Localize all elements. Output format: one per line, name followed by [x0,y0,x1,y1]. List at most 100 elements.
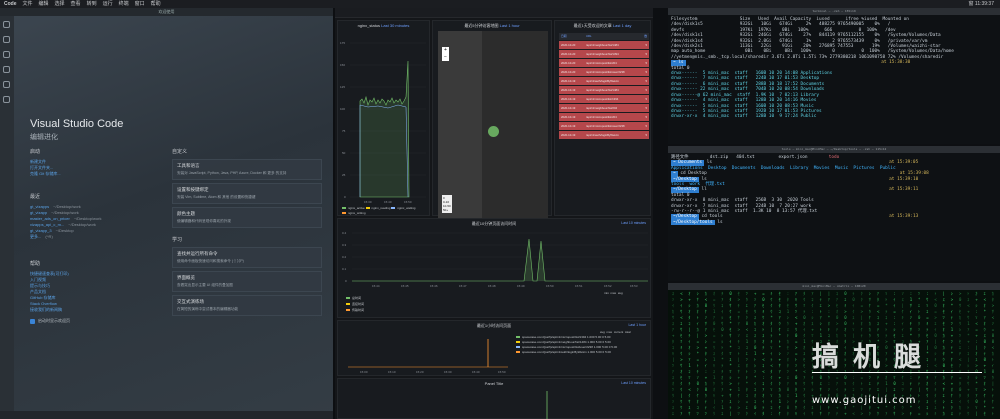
matrix-column: 0 ﾀ ｻ ｹ ｾ * ｾ ｻ ｲ * ﾂ ｽ * ﾂ ｼ > + ｻ ｽ ﾃ … [729,291,732,416]
df-row: /dev/disk1s5 932Gi 10Gi 674Gi 2% 488275 … [671,22,891,28]
terminal-titlebar: terminal — -zsh — 155×19 [668,8,1000,15]
tools-languages-card[interactable]: 工具和语言 安装对 JavaScript, Python, Java, PHP,… [172,159,322,180]
legend-item[interactable]: nginx_active nginx_reading nginx_waiting [342,206,415,210]
card-title: 界面概览 [177,275,195,280]
matrix-column: + ｿ ｱ ｳ ｽ ｶ ｺ ｽ ｸ 0 1 ﾄ ｼ ｿ * ｲ ｺ ｵ ｺ 0 … [754,291,757,416]
visitor-map-panel[interactable]: 最近5分钟访客地图 Last 1 hour + − 0 0-10 10-50 5… [432,20,552,223]
help-link[interactable]: 接收我们的新闻稿 [30,307,69,313]
table-row: 2020-10-20/api/v1/neighbour/list/1484 5 [559,41,649,49]
welcome-header: Visual Studio Code 编辑进化 [30,118,330,142]
articles-table: 日期 URL 数 2020-10-20/api/v1/neighbour/list/… [559,33,649,139]
menu-item-help[interactable]: 帮助 [151,0,161,8]
watermark-url: www.gaojitui.com [812,395,917,406]
map-threshold-legend: 0 0-10 10-50 50+ [442,195,452,213]
clone-repo-link[interactable]: 克隆 Git 存储库... [30,171,61,177]
y-tick: 0.2 [342,255,347,259]
interface-overview-card[interactable]: 界面概览 查看突出显示主要 UI 组件的叠加图 [172,271,322,292]
panel5-chart [546,391,548,419]
menu-item-window[interactable]: 窗口 [135,0,145,8]
menu-item-run[interactable]: 运行 [103,0,113,8]
legend-item[interactable]: spacecase.com/(path)/api/v1/auth/loginBy… [516,350,611,354]
x-tick: 15:40 [384,200,392,204]
legend-item[interactable]: 连接时间 [346,302,364,306]
matrix-column: | ｽ ｵ ｾ ﾂ ｾ ｵ ｶ ｹ ｶ ﾀ ｳ 0 ｵ ｶ < ｻ ｴ ｼ ﾄ … [942,291,946,416]
y-tick: 175 [340,41,346,45]
watermark-divider [812,372,982,373]
page-hits-panel[interactable]: 最近1小时访问页面 Last 1 hour avg max current to… [337,320,651,376]
menu-item-goto[interactable]: 转到 [87,0,97,8]
nginx-active-series [359,60,410,198]
menu-item-select[interactable]: 选择 [55,0,65,8]
table-header: 日期 URL 数 [559,33,649,40]
welcome-title: Visual Studio Code [30,118,124,130]
terminal-window-2[interactable]: tools — mini_mac@MiniMac — ~/Desktop/too… [668,146,1000,281]
matrix-column: > 0 ｻ ｾ ｶ ｳ ｼ ﾂ ｾ ｴ ﾁ < ｱ ﾁ = ﾀ 0 ﾀ ｲ ｶ … [959,291,962,416]
legend-item[interactable]: spacecase.com/(path)/api/v1/micropost/li… [516,335,610,339]
legend-item[interactable]: 总时间 [346,296,361,300]
legend-item[interactable]: nginx_writing [342,211,366,215]
panel-time-badge: Last 1 hour [499,23,520,28]
table-row: 2020-10-20/api/v1/micropost/list/204 5 [559,59,649,67]
terminal-output: Filesystem Size Used Avail Capacity iuse… [668,15,1000,122]
table-row: 2020-10-19/api/v1/micropost/list/204 5 [559,113,649,121]
x-tick: 15:50 [404,200,412,204]
vscode-statusbar [0,411,333,419]
table-row: 2020-10-19/api/v1/neighbour/list/204 5 [559,104,649,112]
menu-item-edit[interactable]: 编辑 [39,0,49,8]
interactive-playground-card[interactable]: 交互式演练场 在简短的演练中尝试基本的编辑器功能 [172,295,322,316]
command-palette-card[interactable]: 查找并运行所有命令 使用命令面板快速访问和搜索命令 (⇧⌘P) [172,247,322,268]
visitor-location-marker[interactable] [488,126,499,137]
panel-time-badge: Last 1 day [612,23,632,28]
menu-item-terminal[interactable]: 终端 [119,0,129,8]
checkbox-checked-icon[interactable] [30,318,35,324]
x-tick: 15:00 [360,370,368,374]
show-on-startup-checkbox[interactable]: 启动时显示欢迎页 [30,318,70,324]
settings-keybindings-card[interactable]: 设置和按键绑定 安装 Vim, Sublime, Atom 和 其他 的设置和快… [172,183,322,204]
zoom-out-button[interactable]: − [442,54,449,61]
explorer-icon[interactable] [3,21,10,28]
recent-section: 最近 gt_vizapps ~/Desktop/work gt_vizapp ~/D… [30,193,102,240]
matrix-column: = 0 ｾ ｷ ｹ ｵ ﾄ ｽ ｵ ﾁ + < ｺ < : ｺ ｱ ｵ ｲ ﾃ … [762,291,765,416]
nginx-chart [350,42,426,198]
customize-heading: 自定义 [172,149,188,155]
panel-title: 最近5分钟访客地图 [464,23,499,28]
run-debug-icon[interactable] [3,66,10,73]
terminal-titlebar: mini_mac@MiniMac — cmatrix — 108×20 [668,283,1000,290]
color-theme-card[interactable]: 颜色主题 使编辑器和代码呈现你喜欢的外观 [172,207,322,228]
popular-articles-panel[interactable]: 最近1天受欢迎的文章 Last 1 day 日期 URL 数 2020-10-20/… [554,20,651,216]
recent-more-link[interactable]: 更多... (^R) [30,234,102,240]
watermark-logo: 搞机腿 [812,342,935,373]
card-desc: 安装 Vim, Sublime, Atom 和 其他 的设置和快捷键 [177,195,256,199]
terminal-window-1[interactable]: terminal — -zsh — 155×19 Filesystem Size… [668,8,1000,144]
matrix-column: ｷ ｹ ｸ ｳ * ﾀ | ﾃ ｷ ｿ ｲ ﾃ < ﾀ ｸ ｸ ｿ ｿ ｲ ｺ … [770,291,773,416]
card-title: 查找并运行所有命令 [177,251,218,256]
matrix-column: ﾄ ｽ < + ｻ 1 ｱ * + : ｺ | ｼ ｵ ｵ ｻ + ﾀ ｳ ﾄ … [967,291,970,416]
response-time-panel[interactable]: 最近10分钟页面访问时间 Last 10 minutes 0.4 0.3 0.2… [337,218,651,318]
search-icon[interactable] [3,36,10,43]
card-desc: 安装对 JavaScript, Python, Java, PHP, Azure… [177,171,287,175]
menu-item-view[interactable]: 查看 [71,0,81,8]
matrix-column: : ﾀ ｾ 1 ｼ ｳ ｽ ｷ ｶ ｾ ｿ ｵ ﾀ ﾂ ｽ ｱ 0 ｽ ｼ 0 … [786,291,790,416]
card-title: 交互式演练场 [177,299,204,304]
system-menubar: Code 文件 编辑 选择 查看 转到 运行 终端 窗口 帮助 窗 11:39:… [0,0,1000,8]
legend-item[interactable]: spacecase.com/(path)/api/v1/neighbour/li… [516,340,611,344]
menu-item-file[interactable]: 文件 [23,0,33,8]
menu-app-name[interactable]: Code [4,0,17,8]
x-tick: 15:50 [498,370,506,374]
extensions-icon[interactable] [3,81,10,88]
x-tick: 15:45 [401,284,409,288]
card-title: 工具和语言 [177,163,200,168]
panel-title-panel[interactable]: Panel Title Last 10 minutes [337,378,651,419]
nginx-status-panel[interactable]: nginx_status Last 30 minutes 175 150 125… [337,20,430,216]
legend-item[interactable]: 传输时间 [346,308,364,312]
remote-explorer-icon[interactable] [3,96,10,103]
help-section: 帮助 快捷键速查表(可打印) 入门视频 提示与技巧 产品文档 GitHub 存储… [30,260,69,313]
legend-item[interactable]: spacecase.com/(path)/api/v1/micropost/li… [516,345,617,349]
world-map[interactable]: + − 0 0-10 10-50 50+ [438,31,548,223]
x-tick: 15:44 [372,284,380,288]
table-row: 2020-10-19/api/v1/micropost/list/user/22… [559,122,649,130]
zoom-in-button[interactable]: + [442,47,449,54]
source-control-icon[interactable] [3,51,10,58]
welcome-subtitle: 编辑进化 [30,134,58,141]
legend-header: min max avg [604,291,623,295]
